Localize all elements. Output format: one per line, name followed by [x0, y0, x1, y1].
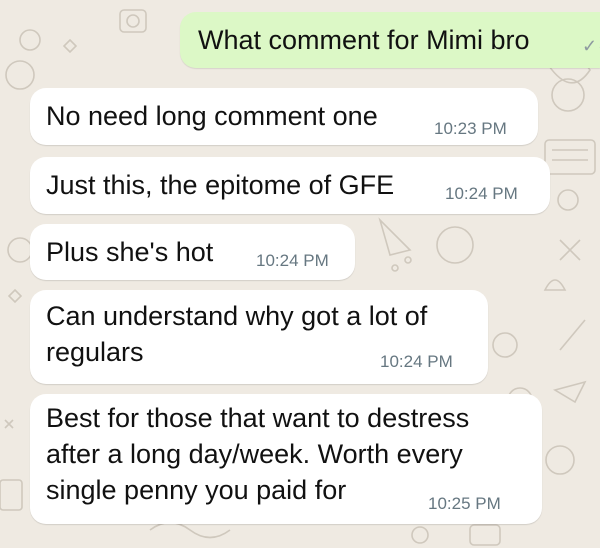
doodle-camera-lens-icon: [126, 14, 140, 28]
incoming-message-bubble[interactable]: Can understand why got a lot of regulars…: [30, 290, 488, 384]
doodle-ball-icon: [5, 60, 35, 90]
doodle-circle-icon: [545, 445, 575, 475]
doodle-cross-icon: [559, 239, 581, 261]
doodle-dot-icon: [411, 526, 429, 544]
doodle-circle-icon: [7, 237, 33, 263]
message-text: Can understand why got a lot of regulars: [46, 301, 428, 367]
doodle-camera-icon: [119, 9, 147, 33]
doodle-plane-icon: [552, 380, 587, 404]
doodle-pencil-icon: [559, 319, 586, 351]
message-timestamp: 10:24 PM: [256, 251, 329, 270]
message-text: What comment for Mimi bro: [198, 25, 530, 55]
doodle-donut-icon: [551, 78, 585, 112]
doodle-cup-icon: [0, 479, 23, 511]
doodle-box-icon: [469, 524, 501, 546]
doodle-face-icon: [436, 226, 474, 264]
doodle-dot-icon: [404, 256, 412, 264]
message-timestamp: 10:24 PM: [445, 184, 518, 203]
doodle-circle-icon: [492, 332, 518, 358]
doodle-circle-icon: [19, 29, 41, 51]
message-timestamp: 10:25 PM: [428, 494, 501, 513]
doodle-star-icon: [62, 38, 78, 54]
doodle-dot-icon: [557, 189, 579, 211]
doodle-triangle-icon: [378, 217, 412, 256]
message-timestamp: 10:23 PM: [434, 119, 507, 138]
incoming-message-bubble[interactable]: Best for those that want to destress aft…: [30, 394, 542, 524]
doodle-lines-icon: [552, 149, 588, 161]
doodle-star-icon: [7, 288, 23, 304]
read-tick-icon: ✓✓: [582, 36, 600, 56]
message-text: Plus she's hot: [46, 237, 214, 267]
doodle-wave-icon: [149, 521, 231, 539]
message-text: Best for those that want to destress aft…: [46, 403, 470, 505]
doodle-dot-icon: [391, 264, 399, 272]
doodle-cross-icon: [4, 419, 14, 429]
incoming-message-bubble[interactable]: No need long comment one 10:23 PM: [30, 88, 538, 145]
message-text: No need long comment one: [46, 101, 378, 131]
message-text: Just this, the epitome of GFE: [46, 170, 395, 200]
incoming-message-bubble[interactable]: Just this, the epitome of GFE 10:24 PM: [30, 157, 550, 214]
doodle-note-icon: [544, 139, 596, 175]
doodle-bell-icon: [543, 279, 567, 291]
incoming-message-bubble[interactable]: Plus she's hot 10:24 PM: [30, 224, 355, 280]
message-timestamp: 10:24 PM: [380, 352, 453, 371]
outgoing-message-bubble[interactable]: What comment for Mimi bro ✓✓: [180, 12, 600, 68]
